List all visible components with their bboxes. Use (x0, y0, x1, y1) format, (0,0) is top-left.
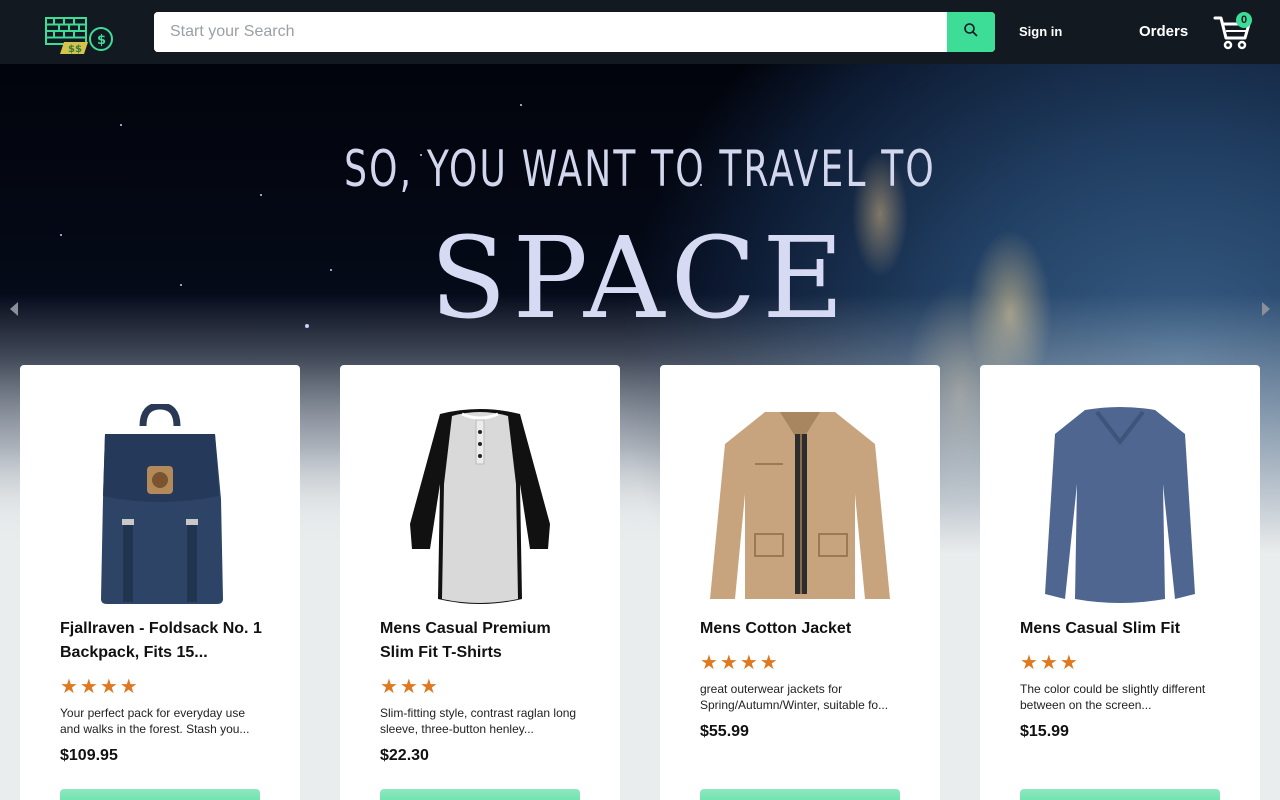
product-title[interactable]: Mens Casual Premium Slim Fit T-Shirts (380, 617, 586, 665)
add-to-cart-button[interactable] (60, 789, 260, 800)
product-price: $22.30 (380, 747, 429, 764)
hero-title: SPACE (429, 214, 851, 344)
add-to-cart-button[interactable] (1020, 789, 1220, 800)
search-button[interactable] (947, 12, 995, 52)
search-bar (154, 12, 995, 52)
tshirt-image[interactable] (380, 401, 580, 607)
product-description: Slim-fitting style, contrast raglan long… (380, 706, 577, 736)
backpack-image[interactable] (60, 401, 260, 607)
product-card[interactable]: Mens Casual Premium Slim Fit T-Shirts ★★… (340, 365, 620, 800)
star-rating: ★★★★ (60, 676, 140, 698)
product-price: $55.99 (700, 723, 749, 740)
top-header: $$ $ Sign in Orders 0 (0, 0, 1280, 64)
product-price: $15.99 (1020, 723, 1069, 740)
longsleeve-image[interactable] (1020, 401, 1220, 607)
product-description: great outerwear jackets for Spring/Autum… (700, 682, 889, 712)
cart-icon (1212, 16, 1252, 56)
star-rating: ★★★ (1020, 652, 1080, 674)
product-description: Your perfect pack for everyday use and w… (60, 706, 250, 736)
product-description: The color could be slightly different be… (1020, 682, 1206, 712)
star-rating: ★★★★ (700, 652, 780, 674)
search-input[interactable] (154, 12, 947, 52)
add-to-cart-button[interactable] (700, 789, 900, 800)
orders-link[interactable]: Orders (1139, 23, 1188, 40)
svg-text:$$: $$ (68, 44, 82, 55)
search-icon (963, 22, 979, 43)
product-price: $109.95 (60, 747, 118, 764)
svg-text:$: $ (97, 33, 106, 48)
jacket-image[interactable] (700, 401, 900, 607)
caret-right-icon[interactable] (1262, 302, 1270, 316)
product-title[interactable]: Mens Cotton Jacket (700, 617, 906, 641)
product-card[interactable]: Mens Cotton Jacket ★★★★ great outerwear … (660, 365, 940, 800)
caret-left-icon[interactable] (10, 302, 18, 316)
cart-count-badge: 0 (1236, 12, 1252, 28)
product-card[interactable]: Fjallraven - Foldsack No. 1 Backpack, Fi… (20, 365, 300, 800)
money-bricks-logo-icon[interactable]: $$ $ (44, 16, 116, 56)
hero-headline: SO, YOU WANT TO TRAVEL TO (344, 140, 936, 198)
product-title[interactable]: Mens Casual Slim Fit (1020, 617, 1226, 641)
product-card[interactable]: Mens Casual Slim Fit ★★★ The color could… (980, 365, 1260, 800)
star-rating: ★★★ (380, 676, 440, 698)
sign-in-link[interactable]: Sign in (1019, 24, 1062, 39)
product-title[interactable]: Fjallraven - Foldsack No. 1 Backpack, Fi… (60, 617, 266, 665)
add-to-cart-button[interactable] (380, 789, 580, 800)
